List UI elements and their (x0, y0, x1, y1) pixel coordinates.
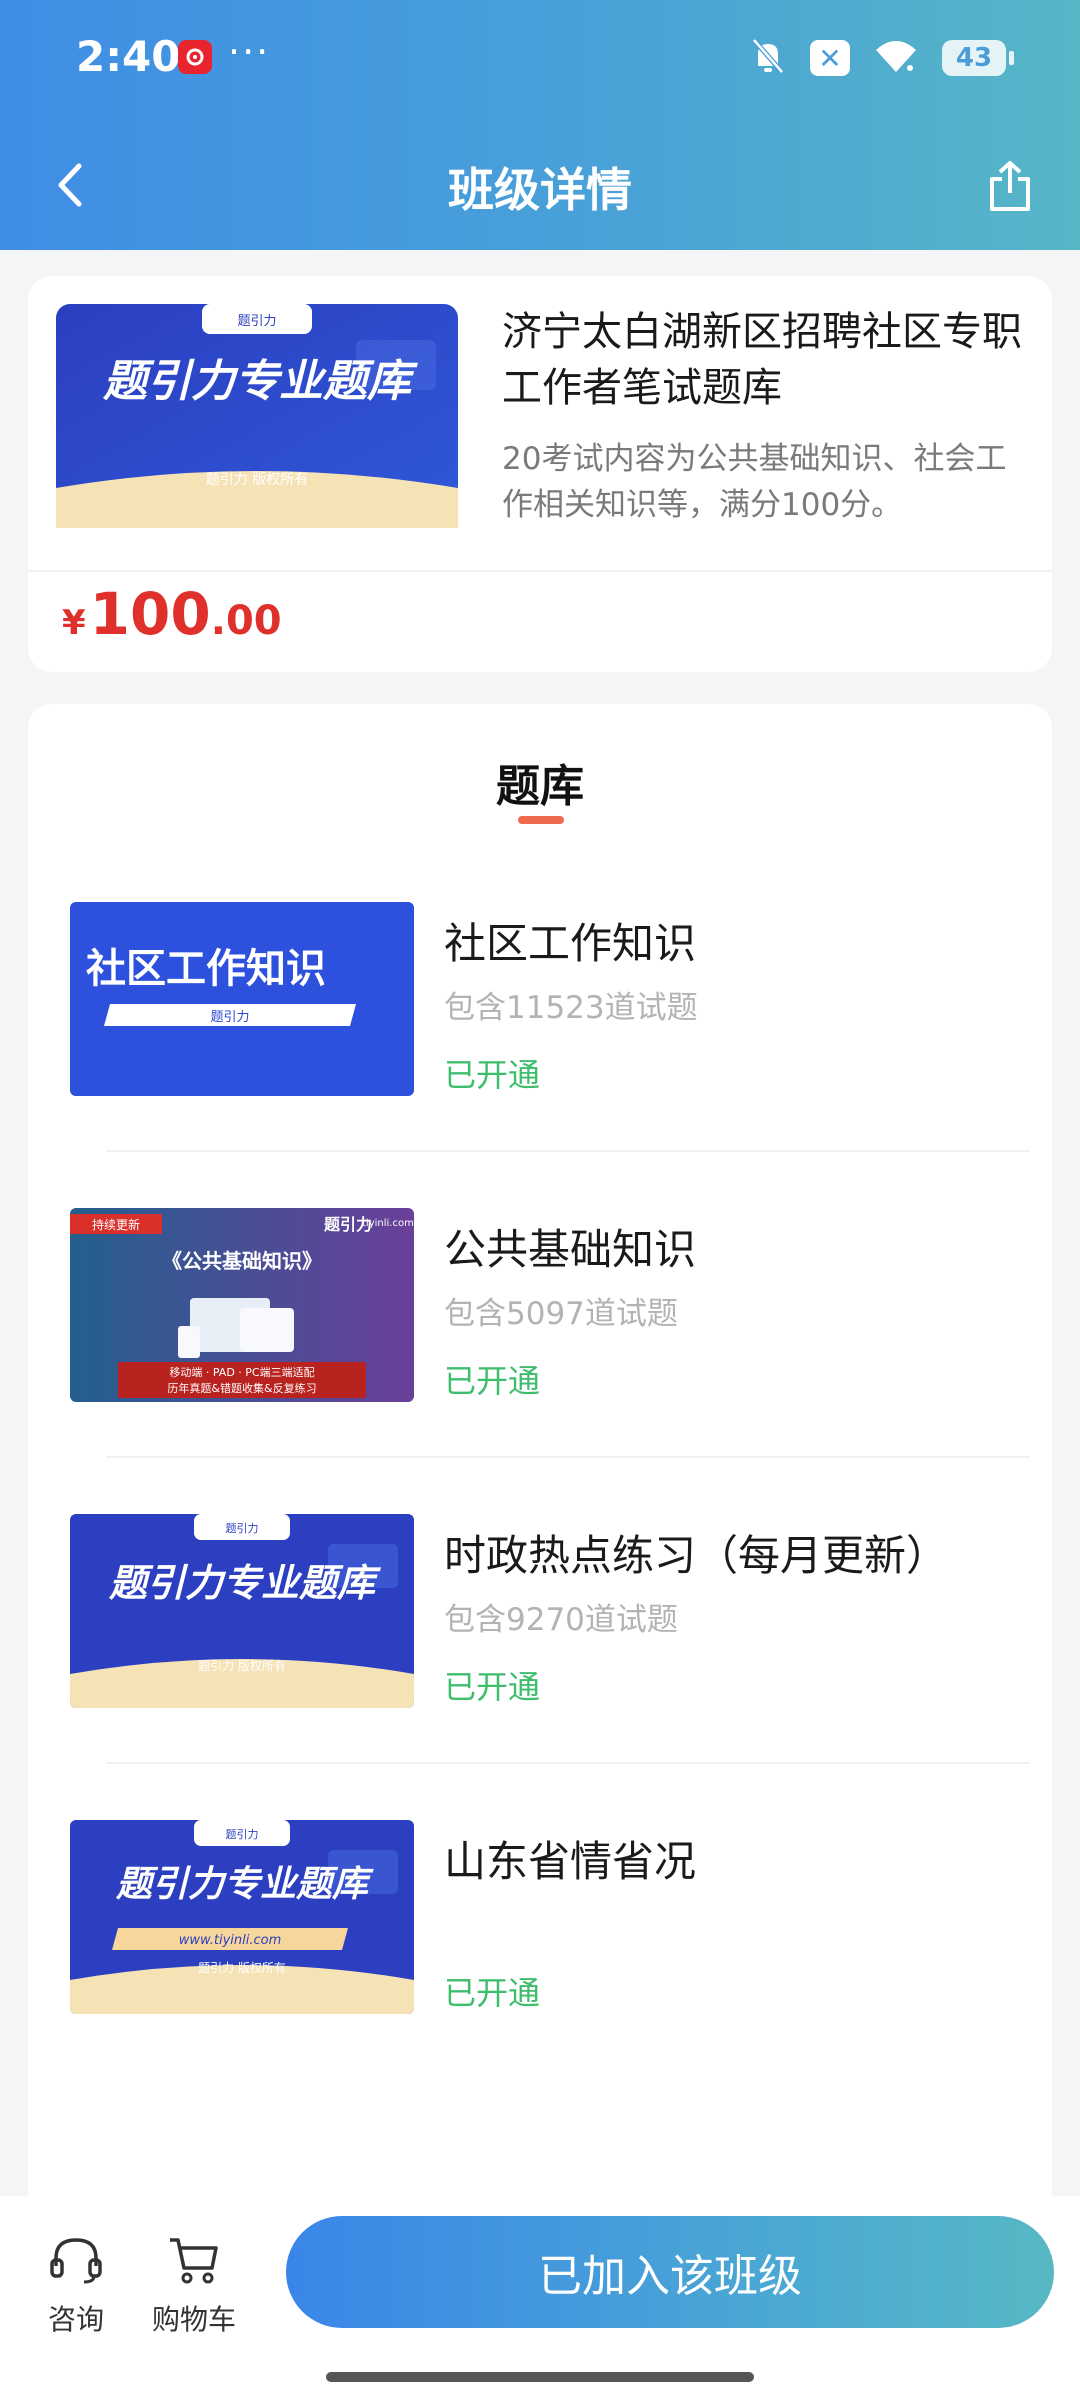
share-icon (990, 161, 1030, 211)
bank-status: 已开通 (444, 1056, 541, 1094)
bank-count: 包含11523道试题 (444, 990, 698, 1026)
thumb-banner2: 历年真题&错题收集&反复练习 (167, 1381, 316, 1395)
bank-status: 已开通 (444, 1668, 541, 1706)
divider (106, 1762, 1030, 1764)
section-title: 题库 (496, 761, 584, 812)
bank-item[interactable]: 题引力 题引力专业题库 www.tiyinli.com 题引力 版权所有 山东省… (70, 1820, 1030, 2020)
divider (106, 1150, 1030, 1152)
home-indicator[interactable] (326, 2372, 754, 2382)
bank-count: 包含9270道试题 (444, 1602, 678, 1638)
bank-count: 包含5097道试题 (444, 1296, 678, 1332)
bank-thumbnail: 题引力 题引力专业题库 题引力 版权所有 (70, 1514, 414, 1708)
thumb-site: tiyinli.com (362, 1218, 414, 1229)
bank-name: 公共基础知识 (444, 1225, 697, 1274)
cart-button[interactable]: 购物车 (144, 2232, 244, 2338)
close-box-icon: ✕ (810, 40, 850, 76)
thumb-top-label: 题引力 (226, 1521, 259, 1535)
nav-bar: 班级详情 (0, 130, 1080, 240)
bank-status: 已开通 (444, 1974, 541, 2012)
divider (106, 1456, 1030, 1458)
bank-thumbnail: 持续更新 题引力 tiyinli.com 《公共基础知识》 移动端 · PAD … (70, 1208, 414, 1402)
consult-label: 咨询 (47, 2303, 104, 2336)
wifi-icon (874, 38, 918, 78)
header: 2:40 ··· ✕ 43 班级详情 (0, 0, 1080, 250)
bank-thumbnail: 题引力 题引力专业题库 www.tiyinli.com 题引力 版权所有 (70, 1820, 414, 2014)
thumb-url: www.tiyinli.com (179, 1933, 282, 1948)
thumb-footer: 题引力 版权所有 (206, 472, 308, 488)
price: ¥ 100 .00 (62, 580, 282, 648)
question-bank-card: 题库 社区工作知识 题引力 社区工作知识 包含11523道试题 已开通 持续更新… (28, 704, 1052, 2224)
consult-button[interactable]: 咨询 (26, 2232, 126, 2338)
class-description: 20考试内容为公共基础知识、社会工作相关知识等，满分100分。 (502, 441, 1007, 523)
bank-name: 时政热点练习（每月更新） (444, 1531, 949, 1580)
thumb-heading: 《公共基础知识》 (162, 1249, 322, 1273)
share-button[interactable] (972, 148, 1048, 224)
bell-off-icon (750, 36, 786, 80)
bank-name: 山东省情省况 (444, 1837, 697, 1886)
thumb-badge: 持续更新 (92, 1217, 140, 1232)
price-currency: ¥ (62, 603, 86, 643)
joined-class-button[interactable]: 已加入该班级 (286, 2216, 1054, 2328)
thumb-top-label: 题引力 (226, 1827, 259, 1841)
class-title: 济宁太白湖新区招聘社区专职工作者笔试题库 (502, 309, 1022, 411)
thumb-heading: 题引力专业题库 (115, 1864, 374, 1905)
bank-name: 社区工作知识 (444, 919, 697, 968)
bank-item[interactable]: 社区工作知识 题引力 社区工作知识 包含11523道试题 已开通 (70, 902, 1030, 1102)
bank-item[interactable]: 持续更新 题引力 tiyinli.com 《公共基础知识》 移动端 · PAD … (70, 1208, 1030, 1408)
bank-thumbnail: 社区工作知识 题引力 (70, 902, 414, 1096)
title-underline (518, 816, 564, 824)
more-notifications: ··· (228, 30, 271, 74)
divider (28, 570, 1052, 572)
price-decimal: .00 (210, 598, 282, 644)
cart-icon (170, 2238, 218, 2284)
thumb-heading: 社区工作知识 (86, 946, 326, 992)
thumb-heading: 题引力专业题库 (108, 1561, 381, 1605)
price-integer: 100 (89, 580, 211, 648)
class-thumbnail: 题引力 题引力专业题库 题引力 版权所有 (56, 304, 458, 528)
bank-item[interactable]: 题引力 题引力专业题库 题引力 版权所有 时政热点练习（每月更新） 包含9270… (70, 1514, 1030, 1714)
thumb-sub: 题引力 (210, 1010, 249, 1025)
status-bar: 2:40 ··· ✕ 43 (0, 0, 1080, 120)
music-app-icon (178, 40, 212, 74)
cart-label: 购物车 (151, 2303, 236, 2336)
bank-status: 已开通 (444, 1362, 541, 1400)
headset-icon (50, 2238, 102, 2284)
class-info-card: 题引力 题引力专业题库 题引力 版权所有 济宁太白湖新区招聘社区专职工作者笔试题… (28, 276, 1052, 672)
thumb-footer: 题引力 版权所有 (198, 1659, 286, 1673)
bottom-bar: 咨询 购物车 已加入该班级 (0, 2196, 1080, 2400)
thumb-top-label: 题引力 (237, 314, 276, 329)
status-icons: ✕ 43 (750, 36, 1014, 80)
thumb-footer: 题引力 版权所有 (198, 1961, 286, 1975)
status-time: 2:40 (76, 32, 181, 81)
page-title: 班级详情 (448, 163, 632, 217)
battery-icon: 43 (942, 40, 1014, 76)
thumb-banner1: 移动端 · PAD · PC端三端适配 (169, 1366, 314, 1379)
thumb-heading: 题引力专业题库 (102, 356, 418, 407)
